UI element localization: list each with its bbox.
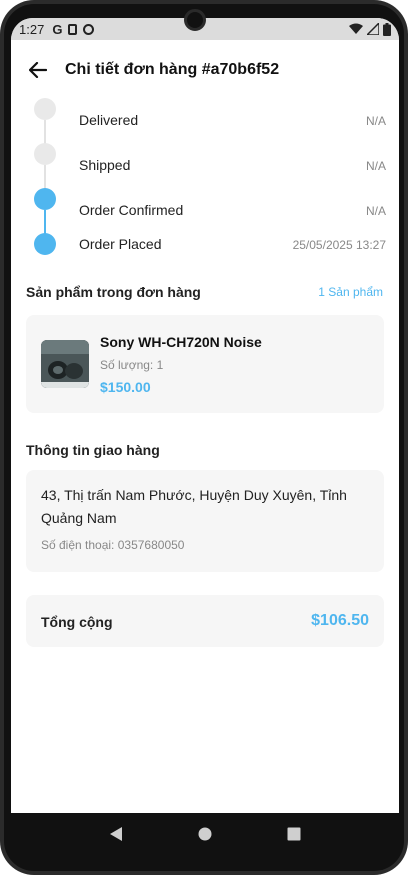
status-time: 1:27	[19, 21, 45, 37]
sd-card-icon	[68, 23, 78, 35]
status-icons-right	[349, 22, 391, 36]
page-title: Chi tiết đơn hàng #a70b6f52	[65, 61, 280, 78]
shipping-card: 43, Thị trấn Nam Phước, Huyện Duy Xuyên,…	[26, 470, 384, 572]
system-nav-bar	[11, 813, 399, 855]
at-sign-icon	[83, 23, 95, 35]
signal-icon	[367, 23, 379, 35]
product-price: $150.00	[100, 379, 151, 395]
timeline-dot-placed	[34, 233, 56, 255]
timeline-label-shipped: Shipped	[79, 157, 131, 173]
front-camera	[184, 9, 206, 31]
product-card[interactable]: Sony WH-CH720N Noise Số lượng: 1 $150.00	[26, 315, 384, 413]
status-icons-left: G	[52, 21, 95, 37]
nav-home-icon[interactable]	[194, 823, 216, 845]
products-section-title: Sản phẩm trong đơn hàng	[26, 284, 201, 300]
app-screen: 1:27 G Chi tiết đơn hàng #a70b6f52 Deliv…	[11, 18, 399, 854]
timeline-label-delivered: Delivered	[79, 112, 139, 128]
timeline-date-delivered: N/A	[365, 114, 386, 128]
total-value: $106.50	[311, 612, 369, 629]
wifi-icon	[349, 23, 363, 34]
nav-recents-icon[interactable]	[283, 823, 305, 845]
timeline-date-placed: 25/05/2025 13:27	[292, 238, 386, 252]
timeline-label-placed: Order Placed	[79, 236, 162, 252]
product-quantity: Số lượng: 1	[100, 358, 164, 372]
total-label: Tổng cộng	[41, 614, 113, 630]
shipping-section-title: Thông tin giao hàng	[26, 442, 160, 458]
timeline-dot-delivered	[34, 98, 56, 120]
timeline-date-confirmed: N/A	[365, 204, 386, 218]
products-count-label: 1 Sản phẩm	[318, 285, 383, 299]
battery-icon	[383, 22, 391, 36]
shipping-address: 43, Thị trấn Nam Phước, Huyện Duy Xuyên,…	[41, 487, 347, 526]
product-name: Sony WH-CH720N Noise	[100, 334, 262, 350]
timeline-label-confirmed: Order Confirmed	[79, 202, 184, 218]
timeline-date-shipped: N/A	[365, 159, 386, 173]
timeline-dot-confirmed	[34, 188, 56, 210]
google-icon: G	[52, 21, 63, 37]
total-card: Tổng cộng $106.50	[26, 595, 384, 647]
timeline-dot-shipped	[34, 143, 56, 165]
app-header: Chi tiết đơn hàng #a70b6f52	[11, 40, 399, 100]
back-arrow-icon[interactable]	[27, 59, 49, 81]
shipping-phone: Số điện thoại: 0357680050	[41, 538, 185, 552]
nav-back-icon[interactable]	[105, 823, 127, 845]
product-image	[41, 340, 89, 388]
